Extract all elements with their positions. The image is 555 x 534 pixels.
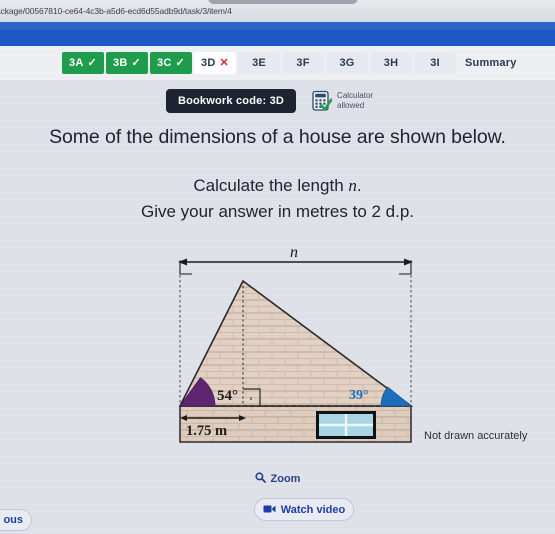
watch-video-button[interactable]: Watch video bbox=[254, 498, 354, 521]
bookwork-code-badge: Bookwork code: 3D bbox=[165, 89, 297, 113]
tab-3b[interactable]: 3B ✓ bbox=[106, 52, 148, 74]
house-diagram: 54° 39° 1.75 m n bbox=[168, 248, 426, 443]
tab-label: 3D bbox=[201, 57, 216, 69]
question-instruction-2: Give your answer in metres to 2 d.p. bbox=[140, 202, 415, 221]
app-header-band bbox=[0, 22, 555, 46]
roof-triangle bbox=[178, 279, 414, 407]
browser-url-bar[interactable]: ackage/00567810-ce64-4c3b-a5d6-ecd6d55ad… bbox=[0, 0, 555, 22]
base-length-label: 1.75 m bbox=[186, 423, 227, 439]
tab-label: Summary bbox=[465, 57, 517, 69]
calculator-icon bbox=[312, 90, 333, 112]
tab-label: 3I bbox=[430, 57, 440, 69]
tab-3a[interactable]: 3A ✓ bbox=[62, 52, 104, 74]
watch-video-label: Watch video bbox=[280, 503, 346, 516]
video-camera-icon bbox=[263, 501, 276, 519]
tab-3h[interactable]: 3H bbox=[370, 52, 412, 74]
check-icon: ✓ bbox=[87, 56, 97, 69]
calculator-allowed-line1: Calculator bbox=[337, 91, 374, 100]
question-statement: Some of the dimensions of a house are sh… bbox=[49, 126, 506, 148]
tab-3f[interactable]: 3F bbox=[282, 52, 324, 74]
bookwork-row: Bookwork code: 3D Calculator allowed bbox=[0, 84, 555, 118]
instruction-prefix: Calculate the length bbox=[193, 176, 349, 195]
span-label-n: n bbox=[290, 248, 298, 261]
tab-3i[interactable]: 3I bbox=[414, 52, 456, 74]
angle-marker-right bbox=[380, 386, 413, 407]
calculator-allowed-label: Calculator allowed bbox=[337, 91, 389, 111]
header-sheen bbox=[0, 22, 555, 30]
check-icon: ✓ bbox=[175, 56, 185, 69]
browser-notch bbox=[208, 0, 358, 4]
tab-label: 3F bbox=[296, 57, 310, 69]
previous-label: ous bbox=[3, 514, 23, 526]
cross-icon: ✕ bbox=[219, 56, 229, 69]
tab-3e[interactable]: 3E bbox=[238, 52, 280, 74]
zoom-label: Zoom bbox=[270, 473, 301, 485]
tab-label: 3H bbox=[383, 57, 399, 69]
calculator-allowed-group: Calculator allowed bbox=[312, 90, 389, 112]
magnifier-icon bbox=[254, 470, 266, 488]
tab-3g[interactable]: 3G bbox=[326, 52, 368, 74]
tab-label: 3A bbox=[69, 57, 84, 69]
angle-label-right: 39° bbox=[349, 388, 369, 403]
tab-3c[interactable]: 3C ✓ bbox=[150, 52, 192, 74]
calculator-allowed-line2: allowed bbox=[337, 101, 365, 110]
tab-3d[interactable]: 3D ✕ bbox=[194, 52, 236, 74]
check-icon: ✓ bbox=[131, 56, 141, 69]
zoom-control[interactable]: Zoom bbox=[0, 470, 555, 488]
tab-label: 3B bbox=[113, 57, 128, 69]
house-window bbox=[316, 411, 376, 439]
tab-label: 3C bbox=[157, 57, 172, 69]
browser-url-text: ackage/00567810-ce64-4c3b-a5d6-ecd6d55ad… bbox=[0, 6, 232, 16]
instruction-suffix: . bbox=[356, 176, 362, 195]
tab-summary[interactable]: Summary bbox=[458, 52, 524, 74]
not-drawn-accurately-note: Not drawn accurately bbox=[424, 430, 528, 442]
previous-button[interactable]: ous bbox=[0, 509, 32, 531]
question-instruction-1: Calculate the length n. bbox=[0, 176, 555, 196]
angle-label-left: 54° bbox=[217, 388, 238, 404]
tab-label: 3G bbox=[339, 57, 355, 69]
question-tab-strip: 3A ✓ 3B ✓ 3C ✓ 3D ✕ 3E 3F 3G 3H 3I Summary bbox=[0, 46, 555, 80]
variable-n: n bbox=[348, 176, 357, 195]
tab-label: 3E bbox=[252, 57, 266, 69]
